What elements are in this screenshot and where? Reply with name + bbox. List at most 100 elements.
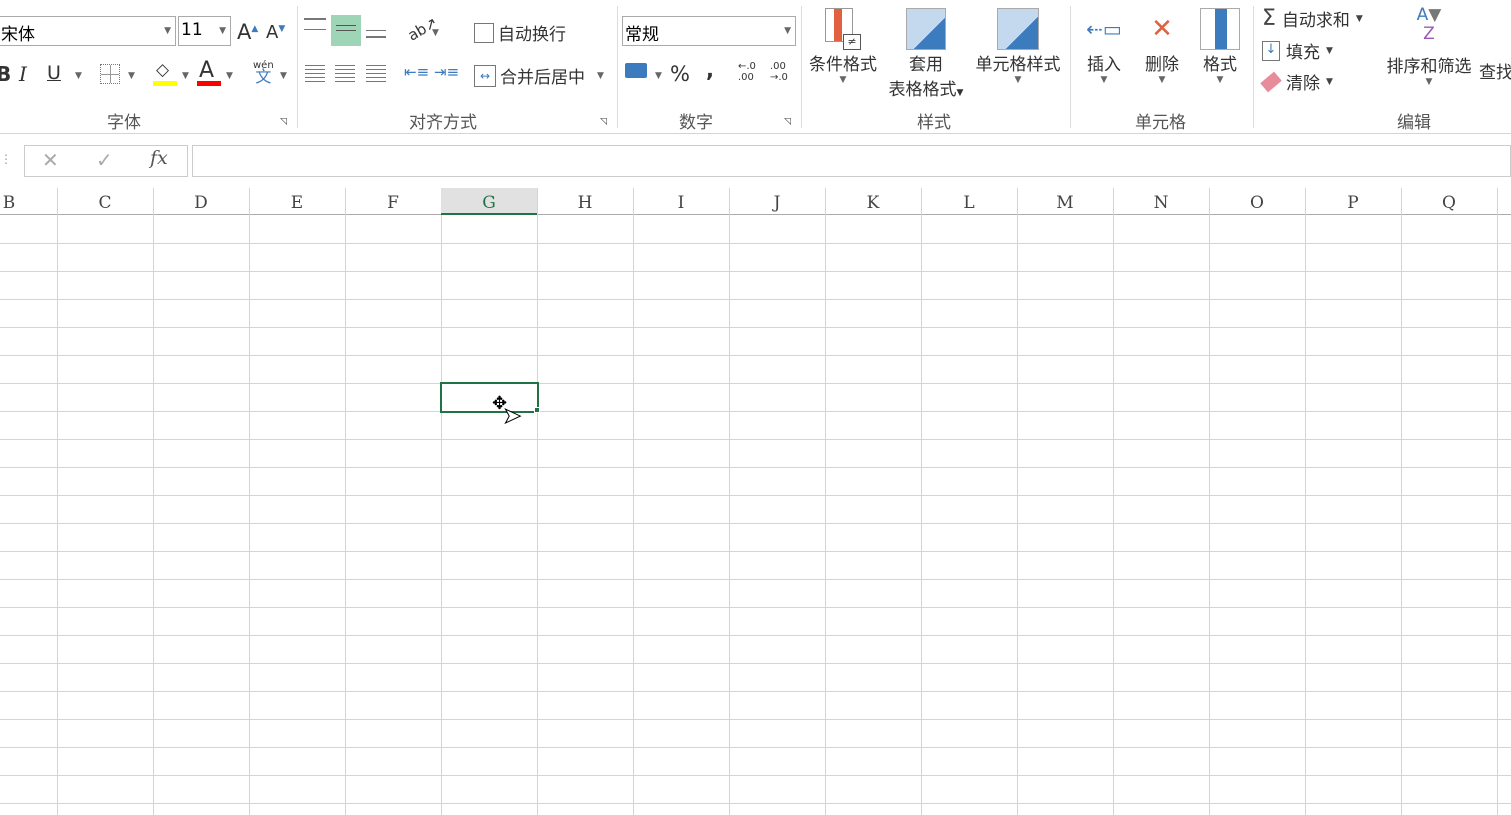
enter-icon[interactable]: ✓ xyxy=(96,148,113,172)
column-header-H[interactable]: H xyxy=(537,188,633,215)
row-gridline xyxy=(0,607,1511,608)
column-header-M[interactable]: M xyxy=(1017,188,1113,215)
align-middle-button[interactable] xyxy=(331,15,361,46)
column-header-N[interactable]: N xyxy=(1113,188,1209,215)
column-header-P[interactable]: P xyxy=(1305,188,1401,215)
format-as-table-button[interactable]: 套用 表格格式▼ xyxy=(880,8,972,100)
font-size-select[interactable]: 11 ▼ xyxy=(178,16,231,46)
number-format-select[interactable]: 常规 ▼ xyxy=(622,16,796,46)
align-bottom-button[interactable] xyxy=(366,30,386,38)
find-select-button[interactable]: 查找 xyxy=(1479,58,1511,83)
fill-color-swatch xyxy=(153,81,177,86)
clear-button[interactable]: 清除 ▼ xyxy=(1260,69,1333,94)
shrink-font-button[interactable]: A▼ xyxy=(266,22,285,43)
cancel-icon[interactable]: ✕ xyxy=(42,148,59,172)
column-header-L[interactable]: L xyxy=(921,188,1017,215)
row-gridline xyxy=(0,243,1511,244)
wrap-text-button[interactable]: 自动换行 xyxy=(474,20,566,45)
merge-icon: ↔ xyxy=(474,64,496,87)
column-header-I[interactable]: I xyxy=(633,188,729,215)
fill-handle[interactable] xyxy=(534,407,540,413)
column-header-O[interactable]: O xyxy=(1209,188,1305,215)
fill-button[interactable]: ↓ 填充 ▼ xyxy=(1262,38,1333,63)
row-gridline xyxy=(0,523,1511,524)
eraser-icon xyxy=(1260,71,1282,92)
conditional-formatting-button[interactable]: ≠ 条件格式 ▼ xyxy=(805,8,881,85)
underline-button[interactable]: U xyxy=(47,62,61,84)
align-right-button[interactable] xyxy=(366,65,386,83)
column-header-Q[interactable]: Q xyxy=(1401,188,1497,215)
row-gridline xyxy=(0,271,1511,272)
cell-styles-button[interactable]: 单元格样式 ▼ xyxy=(970,8,1066,85)
row-gridline xyxy=(0,327,1511,328)
insert-cells-button[interactable]: ⇠▭ 插入 ▼ xyxy=(1080,8,1128,85)
column-gridline xyxy=(825,188,826,815)
font-name-select[interactable]: 宋体 ▼ xyxy=(0,16,176,46)
italic-button[interactable]: I xyxy=(19,62,27,86)
formula-input[interactable] xyxy=(192,145,1511,177)
dialog-launcher-icon[interactable]: ◹ xyxy=(600,117,607,127)
column-header-D[interactable]: D xyxy=(153,188,249,215)
column-header-J[interactable]: J xyxy=(729,188,825,215)
delete-cells-button[interactable]: ✕ 删除 ▼ xyxy=(1138,8,1186,85)
chevron-down-icon: ▼ xyxy=(597,70,604,81)
bold-button[interactable]: B xyxy=(0,62,11,86)
sort-filter-button[interactable]: A▼ Z 排序和筛选 ▼ xyxy=(1382,6,1476,88)
grow-font-button[interactable]: A▲ xyxy=(237,20,258,44)
align-left-button[interactable] xyxy=(305,65,325,83)
fill-down-icon: ↓ xyxy=(1262,40,1280,61)
chevron-down-icon: ▼ xyxy=(839,75,847,85)
column-header-K[interactable]: K xyxy=(825,188,921,215)
row-gridline xyxy=(0,355,1511,356)
wrap-text-icon xyxy=(474,22,494,43)
chevron-down-icon: ▼ xyxy=(1326,76,1333,87)
percent-button[interactable]: % xyxy=(670,62,690,86)
column-gridline xyxy=(249,188,250,815)
column-gridline xyxy=(921,188,922,815)
column-gridline xyxy=(441,188,442,815)
formula-bar-grip[interactable]: ⋮ xyxy=(0,152,12,166)
column-header-E[interactable]: E xyxy=(249,188,345,215)
format-cells-button[interactable]: 格式 ▼ xyxy=(1196,8,1244,85)
column-header-C[interactable]: C xyxy=(57,188,153,215)
column-header-G[interactable]: G xyxy=(441,188,537,215)
column-header-B[interactable]: B xyxy=(0,188,57,215)
cell-styles-icon xyxy=(997,8,1039,50)
phonetic-button[interactable]: wén 文 xyxy=(253,60,274,85)
chevron-down-icon: ▼ xyxy=(75,71,82,81)
column-gridline xyxy=(1401,188,1402,815)
comma-style-button[interactable]: , xyxy=(706,58,714,82)
selected-cell[interactable] xyxy=(440,382,539,413)
column-gridline xyxy=(345,188,346,815)
decrease-decimal-button[interactable]: .00 →.0 xyxy=(770,61,796,83)
increase-decimal-button[interactable]: ←.0 .00 xyxy=(738,61,764,83)
insert-cells-icon: ⇠▭ xyxy=(1086,17,1122,41)
increase-indent-button[interactable]: ⇥≡ xyxy=(434,63,459,81)
cells-group-label: 单元格 xyxy=(1135,113,1186,133)
number-group-label: 数字 xyxy=(679,113,713,133)
accounting-format-button[interactable] xyxy=(625,63,647,78)
chevron-down-icon: ▼ xyxy=(182,71,189,81)
ribbon-bottom-border xyxy=(0,133,1511,134)
sigma-icon: Σ xyxy=(1262,6,1276,31)
align-center-button[interactable] xyxy=(335,65,355,83)
fill-color-button[interactable]: ◇ xyxy=(156,60,169,80)
dialog-launcher-icon[interactable]: ◹ xyxy=(784,117,791,127)
chevron-down-icon: ▼ xyxy=(1425,77,1433,87)
insert-function-button[interactable]: fx xyxy=(150,147,168,169)
merge-center-button[interactable]: ↔ 合并后居中 ▼ xyxy=(474,63,604,88)
decrease-indent-button[interactable]: ⇤≡ xyxy=(404,63,429,81)
borders-icon[interactable] xyxy=(100,64,120,84)
dialog-launcher-icon[interactable]: ◹ xyxy=(280,117,287,127)
delete-cells-icon: ✕ xyxy=(1151,14,1173,44)
font-color-button[interactable]: A xyxy=(199,58,214,83)
column-header-F[interactable]: F xyxy=(345,188,441,215)
font-group-label: 字体 xyxy=(107,113,141,133)
row-gridline xyxy=(0,299,1511,300)
column-gridline xyxy=(1497,188,1498,815)
autosum-button[interactable]: Σ 自动求和 ▼ xyxy=(1262,6,1363,31)
align-top-button[interactable] xyxy=(304,18,326,30)
row-gridline xyxy=(0,691,1511,692)
row-gridline xyxy=(0,747,1511,748)
chevron-down-icon: ▼ xyxy=(1100,75,1108,85)
